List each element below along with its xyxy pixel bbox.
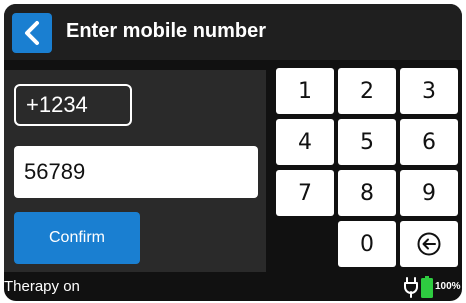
mobile-number-field[interactable]: 56789 — [14, 146, 258, 198]
key-3[interactable]: 3 — [400, 68, 458, 114]
backspace-arrow-icon — [417, 232, 441, 256]
status-bar: Therapy on 100% — [4, 276, 462, 301]
entry-panel: +1234 56789 Confirm — [4, 70, 266, 272]
confirm-button[interactable]: Confirm — [14, 212, 140, 264]
battery-icon — [421, 276, 433, 298]
key-5[interactable]: 5 — [338, 119, 396, 165]
key-9[interactable]: 9 — [400, 170, 458, 216]
key-7[interactable]: 7 — [276, 170, 334, 216]
therapy-status: Therapy on — [4, 278, 80, 295]
backspace-button[interactable] — [400, 221, 458, 267]
key-0[interactable]: 0 — [338, 221, 396, 267]
battery-percentage: 100% — [435, 281, 461, 292]
country-code-field[interactable]: +1234 — [14, 84, 132, 126]
chevron-left-icon — [25, 21, 39, 45]
device-screen: Enter mobile number +1234 56789 Confirm … — [4, 4, 462, 301]
key-2[interactable]: 2 — [338, 68, 396, 114]
page-title: Enter mobile number — [66, 20, 267, 42]
numeric-keypad: 1 2 3 4 5 6 7 8 9 0 — [276, 68, 458, 268]
key-6[interactable]: 6 — [400, 119, 458, 165]
header-bar: Enter mobile number — [4, 4, 462, 60]
back-button[interactable] — [12, 13, 52, 53]
key-1[interactable]: 1 — [276, 68, 334, 114]
key-8[interactable]: 8 — [338, 170, 396, 216]
key-4[interactable]: 4 — [276, 119, 334, 165]
plug-icon — [404, 277, 418, 298]
